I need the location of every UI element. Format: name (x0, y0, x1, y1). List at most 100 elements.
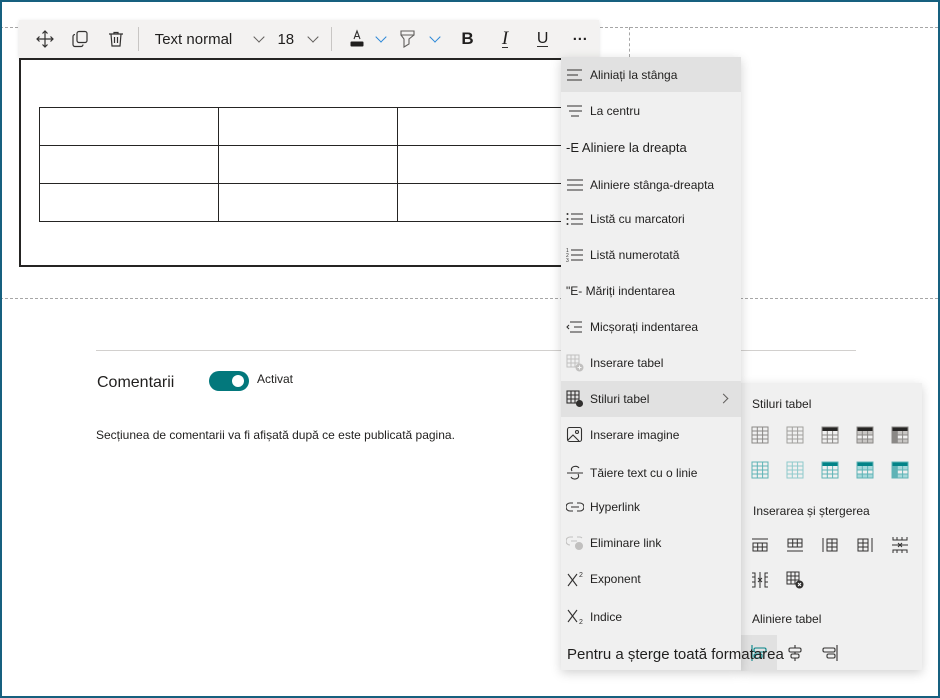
column-guide (629, 27, 630, 57)
table-style-teal-banded[interactable] (852, 457, 878, 483)
table-cell[interactable] (39, 183, 219, 222)
font-color-button[interactable] (342, 20, 372, 58)
table-style-light[interactable] (782, 422, 808, 448)
insert-row-below-icon (786, 538, 804, 552)
menu-item-insert-image[interactable]: Inserare imagine (561, 417, 741, 453)
comments-divider (96, 350, 856, 351)
comments-toggle-state: Activat (257, 372, 294, 386)
table-style-header-firstcol[interactable] (887, 422, 913, 448)
insert-column-left-button[interactable] (817, 532, 843, 558)
svg-text:2: 2 (579, 572, 583, 579)
italic-icon: I (501, 27, 509, 49)
table-style-teal-firstcol[interactable] (887, 457, 913, 483)
move-icon (35, 30, 54, 48)
menu-item-align-center[interactable]: La centru (561, 93, 741, 129)
table-row (39, 183, 577, 222)
font-size-value: 18 (277, 30, 295, 48)
table-style-teal-header[interactable] (817, 457, 843, 483)
delete-button[interactable] (98, 20, 134, 58)
insert-row-below-button[interactable] (782, 532, 808, 558)
table-styles-icon (566, 390, 588, 408)
chevron-down-icon (307, 31, 319, 43)
table-style-header-dark[interactable] (817, 422, 843, 448)
insert-column-left-icon (822, 537, 838, 553)
insert-table-icon (566, 354, 588, 372)
delete-icon (107, 30, 125, 48)
delete-column-icon (751, 571, 769, 589)
comments-heading: Comentarii (97, 374, 175, 391)
align-heading: Aliniere tabel (752, 612, 822, 626)
menu-item-clear-formatting[interactable]: Pentru a șterge toată formatarea (561, 633, 784, 669)
svg-text:3: 3 (566, 258, 569, 263)
bold-button[interactable]: B (449, 20, 487, 58)
menu-item-table-styles[interactable]: Stiluri tabel (561, 381, 741, 417)
italic-button[interactable]: I (486, 20, 524, 58)
table-align-right-button[interactable] (817, 640, 843, 666)
table-cell[interactable] (39, 107, 219, 146)
table-style-header-banded[interactable] (852, 422, 878, 448)
delete-row-icon (891, 536, 909, 554)
delete-table-button[interactable] (782, 567, 808, 593)
highlight-button[interactable] (391, 20, 425, 58)
table-row (39, 107, 577, 146)
font-color-icon (349, 29, 365, 49)
menu-item-increase-indent[interactable]: "E- Măriți indentarea (561, 273, 741, 309)
table-style-teal-plain[interactable] (747, 457, 773, 483)
table-cell[interactable] (397, 183, 577, 222)
font-size-dropdown[interactable]: 18 (271, 20, 321, 58)
table-webpart[interactable] (19, 58, 579, 267)
chevron-down-icon (253, 31, 266, 43)
toggle-knob (232, 375, 244, 387)
numbered-list-icon: 123 (566, 247, 588, 263)
table-cell[interactable] (397, 107, 577, 146)
insert-row-above-button[interactable] (747, 532, 773, 558)
table-style-plain[interactable] (747, 422, 773, 448)
table-cell[interactable] (218, 107, 398, 146)
duplicate-button[interactable] (63, 20, 99, 58)
comments-toggle[interactable] (209, 371, 249, 391)
insert-image-icon (566, 426, 588, 444)
table-cell[interactable] (218, 183, 398, 222)
duplicate-icon (71, 30, 89, 48)
insert-delete-heading: Inserarea și ștergerea (753, 504, 870, 518)
menu-item-hyperlink[interactable]: Hyperlink (561, 489, 741, 525)
highlight-dropdown[interactable] (425, 20, 445, 58)
font-color-dropdown[interactable] (372, 20, 392, 58)
menu-item-insert-table[interactable]: Inserare tabel (561, 345, 741, 381)
chevron-down-icon (375, 31, 388, 43)
table-row (39, 145, 577, 184)
table-cell[interactable] (39, 145, 219, 184)
menu-item-strikethrough[interactable]: Tăiere text cu o linie (561, 453, 741, 489)
insert-column-right-button[interactable] (852, 532, 878, 558)
subscript-icon: 2 (566, 608, 588, 626)
menu-item-superscript[interactable]: 2 Exponent (561, 561, 741, 597)
menu-item-numbered-list[interactable]: 123 Listă numerotată (561, 237, 741, 273)
format-menu: Aliniați la stânga La centru -E Aliniere… (561, 57, 784, 670)
menu-item-align-left[interactable]: Aliniați la stânga (561, 57, 741, 92)
delete-column-button[interactable] (747, 567, 773, 593)
table-cell[interactable] (397, 145, 577, 184)
insert-row-above-icon (751, 538, 769, 552)
table-style-teal-light[interactable] (782, 457, 808, 483)
more-options-button[interactable]: ··· (561, 20, 599, 58)
text-style-value: Text normal (154, 30, 233, 48)
insert-column-right-icon (857, 537, 873, 553)
menu-item-bullet-list[interactable]: Listă cu marcatori (561, 201, 741, 237)
text-style-dropdown[interactable]: Text normal (145, 20, 272, 58)
table-align-right-icon (821, 644, 839, 662)
menu-item-justify[interactable]: Aliniere stânga-dreapta (561, 165, 741, 201)
table-align-center-button[interactable] (782, 640, 808, 666)
menu-item-align-right[interactable]: -E Aliniere la dreapta (561, 129, 741, 165)
styles-heading: Stiluri tabel (752, 397, 812, 411)
delete-row-button[interactable] (887, 532, 913, 558)
table-cell[interactable] (218, 145, 398, 184)
move-button[interactable] (27, 20, 63, 58)
more-icon: ··· (572, 30, 588, 48)
menu-item-remove-link[interactable]: Eliminare link (561, 525, 741, 561)
bullet-list-icon (566, 212, 588, 226)
chevron-right-icon (718, 393, 729, 404)
underline-button[interactable]: U (524, 20, 562, 58)
menu-item-decrease-indent[interactable]: Micșorați indentarea (561, 309, 741, 345)
content-table (39, 107, 577, 222)
menu-item-subscript[interactable]: 2 Indice (561, 597, 741, 633)
